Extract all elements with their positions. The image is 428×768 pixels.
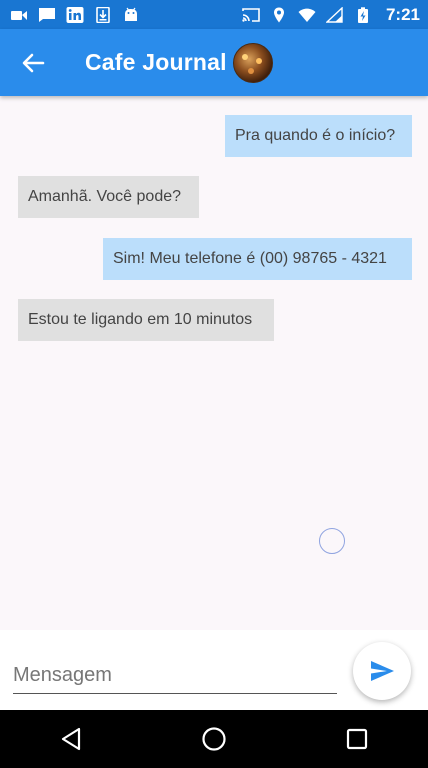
message-input[interactable] <box>13 657 337 694</box>
notification-icons <box>10 6 140 23</box>
touch-indicator <box>319 528 345 554</box>
signal-icon <box>325 6 344 23</box>
cast-icon <box>242 7 260 23</box>
message-text: Amanhã. Você pode? <box>28 188 182 205</box>
message-bubble-received: Amanhã. Você pode? <box>18 176 199 218</box>
location-icon <box>270 7 288 23</box>
home-circle-icon[interactable] <box>184 719 244 759</box>
avatar[interactable] <box>232 42 273 83</box>
app-bar: Cafe Journal <box>0 29 428 96</box>
video-call-icon <box>10 7 28 23</box>
download-icon <box>94 6 112 23</box>
back-triangle-icon[interactable] <box>41 719 101 759</box>
android-icon <box>122 7 140 23</box>
message-bubble-received: Estou te ligando em 10 minutos <box>18 299 274 341</box>
battery-icon <box>354 6 372 23</box>
message-icon <box>38 7 56 23</box>
linkedin-icon <box>66 6 84 23</box>
message-text: Estou te ligando em 10 minutos <box>28 311 253 328</box>
wifi-icon <box>298 7 316 23</box>
clock: 7:21 <box>385 4 420 24</box>
system-icons: 7:21 <box>242 5 420 25</box>
status-bar: 7:21 <box>0 0 428 29</box>
message-bubble-sent: Pra quando é o início? <box>225 115 412 157</box>
message-text: Sim! Meu telefone é (00) 98765 - 4321 <box>113 250 387 267</box>
message-text: Pra quando é o início? <box>235 127 396 144</box>
send-icon <box>371 661 394 681</box>
send-button[interactable] <box>353 642 411 700</box>
recents-square-icon[interactable] <box>327 719 387 759</box>
message-bubble-sent: Sim! Meu telefone é (00) 98765 - 4321 <box>103 238 412 280</box>
message-list[interactable]: Pra quando é o início? Amanhã. Você pode… <box>0 96 428 630</box>
arrow-back-icon[interactable] <box>20 50 46 76</box>
page-title: Cafe Journal <box>85 49 227 75</box>
system-nav-bar <box>0 710 428 768</box>
